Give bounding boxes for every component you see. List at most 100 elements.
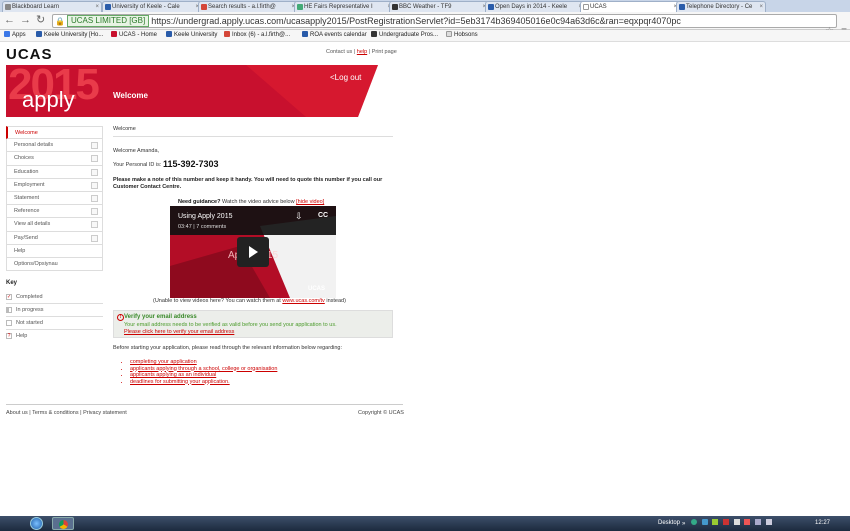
video-meta: 03:47 | 7 comments xyxy=(178,224,227,230)
tray-app-icon[interactable] xyxy=(733,519,740,525)
tray-chevron-icon[interactable]: » xyxy=(682,521,685,527)
tab-keele-calendar[interactable]: University of Keele - Cale× xyxy=(102,1,202,12)
nav-view-all-details[interactable]: View all details xyxy=(6,218,103,232)
completing-application-link[interactable]: completing your application xyxy=(130,359,197,365)
nav-options[interactable]: Options/Opsiynau xyxy=(6,257,103,272)
nav-help[interactable]: Help xyxy=(6,244,103,258)
nav-education[interactable]: Education xyxy=(6,165,103,179)
video-titlebar xyxy=(170,206,336,235)
taskbar-clock[interactable]: 12:27 xyxy=(815,520,830,526)
bookmark-undergraduate[interactable]: Undergraduate Pros... xyxy=(371,30,438,41)
verify-text: Your email address needs to be verified … xyxy=(124,322,337,328)
video-title[interactable]: Using Apply 2015 xyxy=(178,213,232,220)
tray-app-icon[interactable] xyxy=(701,519,708,525)
url-field[interactable]: 🔒 UCAS LIMITED [GB] https://undergrad.appl… xyxy=(52,14,837,28)
video-fallback-text: (Unable to view videos here? You can wat… xyxy=(153,298,346,304)
nav-statement[interactable]: Statement xyxy=(6,191,103,206)
tab-blackboard[interactable]: Blackboard Learn × xyxy=(2,1,102,12)
close-tab-icon[interactable]: × xyxy=(95,2,99,12)
logout-link[interactable]: <Log out xyxy=(330,73,361,82)
system-tray: » xyxy=(682,519,772,527)
bookmark-roa-events[interactable]: ROA events calendar xyxy=(302,30,367,41)
bookmark-ucas-home[interactable]: UCAS - Home xyxy=(111,30,157,41)
url-text: https://undergrad.apply.ucas.com/ucasapp… xyxy=(151,16,681,26)
video-player[interactable]: Apply 2015 Using Apply 2015 03:47 | 7 co… xyxy=(170,206,336,298)
nav-label: Help xyxy=(14,247,26,254)
nav-reference[interactable]: Reference xyxy=(6,205,103,219)
tray-app-icon[interactable] xyxy=(723,519,730,525)
bookmark-hobsons[interactable]: Hobsons xyxy=(446,30,478,41)
bookmark-label: Apps xyxy=(12,32,26,38)
nav-label: Personal details xyxy=(14,142,54,149)
status-checkbox-icon xyxy=(91,168,98,176)
bookmark-keele-university[interactable]: Keele University xyxy=(166,30,217,41)
nav-employment[interactable]: Employment xyxy=(6,178,103,192)
side-navigation: Welcome Personal details Choices Educati… xyxy=(6,126,103,272)
close-tab-icon[interactable]: × xyxy=(759,2,763,12)
privacy-link[interactable]: Privacy statement xyxy=(83,410,127,416)
status-checkbox-icon xyxy=(91,155,98,163)
desktop-toolbar-label[interactable]: Desktop xyxy=(658,520,680,526)
bbc-icon xyxy=(392,4,398,10)
ev-certificate-badge[interactable]: UCAS LIMITED [GB] xyxy=(66,15,150,27)
captions-button[interactable]: CC xyxy=(318,212,328,219)
tab-telephone-directory[interactable]: Telephone Directory - Ce × xyxy=(676,1,766,12)
tab-open-days[interactable]: Open Days in 2014 - Keele× xyxy=(485,1,585,12)
back-icon[interactable]: ← xyxy=(4,15,15,26)
key-label: Not started xyxy=(16,320,43,326)
tab-title: Open Days in 2014 - Keele xyxy=(495,4,568,10)
forward-icon[interactable]: → xyxy=(20,15,31,26)
tray-app-icon[interactable] xyxy=(712,519,719,525)
tab-he-fairs[interactable]: HE Fairs Representative I× xyxy=(294,1,394,12)
terms-link[interactable]: Terms & conditions xyxy=(32,410,78,416)
personal-id-value: 115-392-7303 xyxy=(162,159,219,169)
hide-video-link[interactable]: [hide video] xyxy=(296,199,324,205)
contact-us-link[interactable]: Contact us xyxy=(326,49,352,55)
favicon-icon xyxy=(166,31,172,37)
verify-email-link[interactable]: Please click here to verify your email a… xyxy=(124,329,234,335)
about-us-link[interactable]: About us xyxy=(6,410,28,416)
tray-app-icon[interactable] xyxy=(744,519,751,525)
apps-icon xyxy=(4,31,10,37)
print-page-link[interactable]: Print page xyxy=(372,49,397,55)
reload-icon[interactable]: ↻ xyxy=(36,15,45,26)
key-not-started: Not started xyxy=(6,317,103,330)
bookmark-keele-home[interactable]: Keele University [Ho... xyxy=(36,30,103,41)
bookmark-label: Keele University xyxy=(174,32,218,38)
key-help: ? Help xyxy=(6,330,103,343)
school-applicants-link[interactable]: applicants applying through a school, co… xyxy=(130,366,277,372)
chrome-taskbar-button[interactable] xyxy=(52,517,74,530)
deadlines-link[interactable]: deadlines for submitting your applicatio… xyxy=(130,379,230,385)
nav-label: Reference xyxy=(14,208,40,215)
footer-divider xyxy=(6,404,403,405)
bookmark-label: Undergraduate Pros... xyxy=(379,32,439,38)
tray-app-icon[interactable] xyxy=(691,519,698,525)
status-checkbox-icon xyxy=(91,181,98,189)
watch-later-icon[interactable]: ⇩ xyxy=(295,211,303,222)
tab-bbc-weather[interactable]: BBC Weather - TF9× xyxy=(389,1,489,12)
tab-title: HE Fairs Representative I xyxy=(304,4,373,10)
nav-choices[interactable]: Choices xyxy=(6,152,103,166)
tab-ucas[interactable]: UCAS× xyxy=(580,1,680,12)
nav-welcome[interactable]: Welcome xyxy=(6,126,103,140)
favicon-icon xyxy=(36,31,42,37)
status-checkbox-icon xyxy=(91,221,98,229)
help-link[interactable]: help xyxy=(357,49,367,55)
utility-links: Contact us | help | Print page xyxy=(326,49,397,55)
volume-icon[interactable] xyxy=(765,519,772,525)
network-icon[interactable] xyxy=(755,519,762,525)
nav-personal-details[interactable]: Personal details xyxy=(6,139,103,153)
bookmark-apps[interactable]: Apps xyxy=(4,30,26,41)
bookmark-label: UCAS - Home xyxy=(119,32,158,38)
nav-pay-send[interactable]: Pay/Send xyxy=(6,231,103,245)
favicon-icon xyxy=(679,4,685,10)
start-button[interactable] xyxy=(30,517,43,530)
copyright-text: Copyright © UCAS xyxy=(358,410,404,416)
verify-heading: Verify your email address xyxy=(124,314,197,320)
ucas-tv-link[interactable]: www.ucas.com/tv xyxy=(282,298,324,304)
play-button[interactable] xyxy=(237,237,269,267)
info-links-list: completing your application applicants a… xyxy=(126,359,277,385)
tab-search-results[interactable]: Search results - a.l.firth@× xyxy=(198,1,298,12)
individual-applicants-link[interactable]: applicants applying as an individual xyxy=(130,372,216,378)
bookmark-inbox[interactable]: Inbox (6) - a.l.firth@... xyxy=(224,30,290,41)
